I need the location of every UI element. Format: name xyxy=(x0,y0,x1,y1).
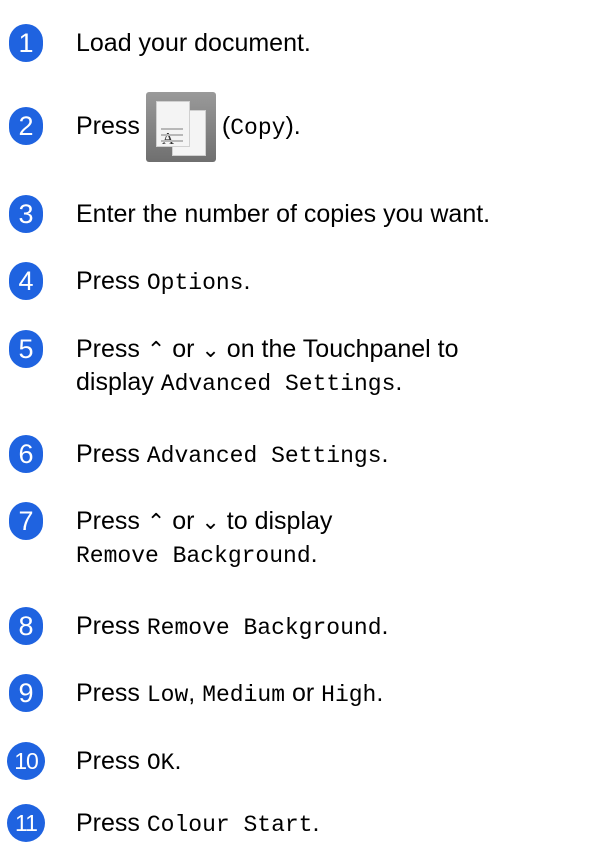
step-number-badge: 9 xyxy=(9,674,43,712)
advanced-settings-label: Advanced Settings xyxy=(160,371,396,397)
down-arrow-icon: ⌄ xyxy=(201,337,220,362)
step-number-badge: 5 xyxy=(9,330,43,368)
step-number-badge: 2 xyxy=(9,107,43,145)
step-text: Enter the number of copies you want. xyxy=(76,200,491,228)
copy-label: Copy xyxy=(230,115,286,141)
remove-background-label: Remove Background xyxy=(76,543,311,569)
high-label: High xyxy=(321,682,377,708)
step-text: Press Remove Background. xyxy=(76,612,389,641)
step-text: Press Options. xyxy=(76,267,251,296)
remove-background-label: Remove Background xyxy=(146,615,382,641)
step-text: Press Advanced Settings. xyxy=(76,440,389,469)
ok-label: OK xyxy=(146,750,175,776)
step-number-badge: 3 xyxy=(9,195,43,233)
step-text: Press ⌃ or ⌄ on the Touchpanel to displa… xyxy=(76,335,459,397)
step-text: Press Colour Start. xyxy=(76,809,320,838)
advanced-settings-label: Advanced Settings xyxy=(146,443,382,469)
low-label: Low xyxy=(146,682,189,708)
options-label: Options xyxy=(146,270,244,296)
step-text-part: Load your document. xyxy=(76,29,311,57)
step-number-badge: 4 xyxy=(9,262,43,300)
step-text: Press ⌃ or ⌄ to display Remove Backgroun… xyxy=(76,507,333,569)
step-number-badge: 1 xyxy=(9,24,43,62)
step-text-part: Press xyxy=(76,112,140,140)
step-number-badge: 11 xyxy=(7,804,45,842)
step-text: Load your document. xyxy=(76,27,311,60)
step-number-badge: 10 xyxy=(7,742,45,780)
up-arrow-icon: ⌃ xyxy=(146,509,166,534)
medium-label: Medium xyxy=(202,682,286,708)
up-arrow-icon: ⌃ xyxy=(146,337,166,362)
step-text: Press Low, Medium or High. xyxy=(76,679,384,708)
down-arrow-icon: ⌄ xyxy=(201,509,220,534)
step-number-badge: 6 xyxy=(9,435,43,473)
step-text: Press OK. xyxy=(76,747,182,776)
copy-icon: A xyxy=(145,92,216,163)
step-text: Press A (Copy). xyxy=(76,91,301,163)
colour-start-label: Colour Start xyxy=(146,812,313,838)
step-number-badge: 7 xyxy=(9,502,43,540)
step-number-badge: 8 xyxy=(9,607,43,645)
